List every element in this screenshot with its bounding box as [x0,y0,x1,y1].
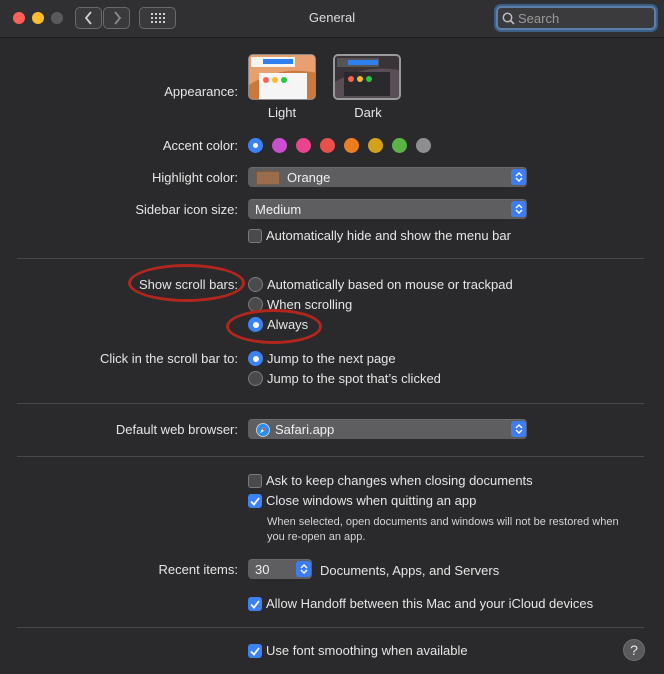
default-browser-label: Default web browser: [115,422,238,437]
handoff-label: Allow Handoff between this Mac and your … [266,596,594,611]
menu-bar-label: Automatically hide and show the menu bar [266,228,511,243]
default-browser-value: Safari.app [275,422,335,437]
default-browser-popup[interactable]: Safari.app [248,419,527,439]
popup-stepper-icon [511,421,526,437]
accent-swatch-pink[interactable] [296,138,311,153]
ask-keep-changes-checkbox[interactable] [248,474,262,488]
popup-stepper-icon [296,561,311,577]
highlight-color-popup[interactable]: Orange [248,167,527,187]
jump-to-spot-label: Jump to the spot that’s clicked [267,371,441,386]
selected-dot-icon [253,143,258,148]
highlight-color-label: Highlight color: [152,170,238,185]
show-scroll-bars-label: Show scroll bars: [139,277,238,292]
accent-color-label: Accent color: [162,138,238,153]
sidebar-icon-size-value: Medium [255,202,302,217]
sidebar-icon-size-popup[interactable]: Medium [248,199,527,219]
dark-mode-preview-icon [335,56,399,98]
scroll-bars-auto-radio[interactable] [248,277,263,292]
appearance-light-thumbnail[interactable] [248,54,316,100]
scroll-bars-always-radio[interactable] [248,317,263,332]
click-scroll-bar-label: Click in the scroll bar to: [100,351,238,366]
accent-swatch-green[interactable] [392,138,407,153]
search-icon [502,12,515,25]
recent-items-value: 30 [255,562,270,577]
handoff-checkbox[interactable] [248,597,262,611]
font-smoothing-label: Use font smoothing when available [266,643,468,658]
accent-swatch-yellow[interactable] [368,138,383,153]
separator [17,456,644,457]
popup-stepper-icon [511,169,526,185]
highlight-swatch [256,170,280,185]
highlight-color-value: Orange [287,170,331,185]
jump-next-page-label: Jump to the next page [267,351,396,366]
separator [17,627,644,628]
recent-items-popup[interactable]: 30 [248,559,312,579]
accent-swatch-blue[interactable] [248,138,263,153]
appearance-dark-label: Dark [354,105,382,120]
popup-stepper-icon [511,201,526,217]
jump-next-page-radio[interactable] [248,351,263,366]
scroll-bars-auto-label: Automatically based on mouse or trackpad [267,277,513,292]
accent-swatch-graphite[interactable] [416,138,431,153]
light-mode-preview-icon [249,55,315,99]
accent-swatch-purple[interactable] [272,138,287,153]
close-windows-checkbox[interactable] [248,494,262,508]
ask-keep-changes-label: Ask to keep changes when closing documen… [266,473,533,488]
separator [17,258,644,259]
scroll-bars-always-label: Always [267,317,309,332]
sidebar-icon-size-label: Sidebar icon size: [135,202,238,217]
separator [17,403,644,404]
jump-to-spot-radio[interactable] [248,371,263,386]
appearance-dark-thumbnail[interactable] [333,54,401,100]
help-icon: ? [630,642,638,658]
accent-swatch-red[interactable] [320,138,335,153]
recent-items-suffix: Documents, Apps, and Servers [320,563,500,578]
accent-swatch-orange[interactable] [344,138,359,153]
menu-bar-checkbox[interactable] [248,229,262,243]
checkmark-icon [250,646,260,656]
close-windows-label: Close windows when quitting an app [266,493,477,508]
appearance-light-label: Light [267,105,297,120]
recent-items-label: Recent items: [158,562,238,577]
checkmark-icon [250,496,260,506]
safari-icon [256,422,270,437]
checkmark-icon [250,599,260,609]
close-windows-note: When selected, open documents and window… [267,516,619,543]
search-field[interactable] [496,6,656,30]
appearance-label: Appearance: [164,84,238,99]
help-button[interactable]: ? [623,639,645,661]
font-smoothing-checkbox[interactable] [248,644,262,658]
search-input[interactable] [515,10,648,26]
